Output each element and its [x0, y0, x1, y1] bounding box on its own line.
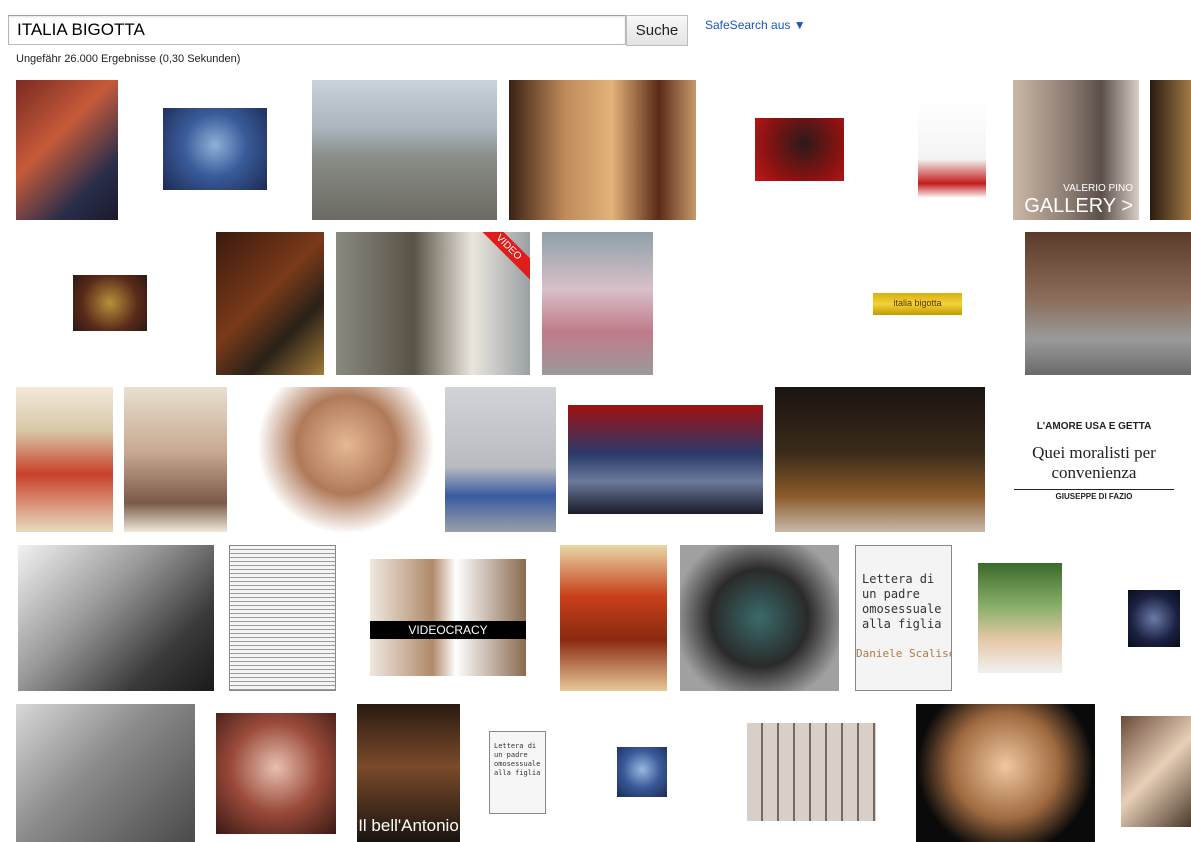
- image-result-face-grid[interactable]: [747, 723, 876, 821]
- image-result-il-bellantonio-poster[interactable]: Il bell'Antonio: [357, 704, 460, 842]
- image-result-divorzio-poster[interactable]: [560, 545, 667, 691]
- image-result-il-bigamo-poster[interactable]: [16, 387, 113, 532]
- thumbnail-caption: L'AMORE USA E GETTA: [1036, 421, 1152, 432]
- thumbnail-caption: GALLERY >: [1024, 195, 1133, 217]
- image-result-vending-machine[interactable]: [542, 232, 653, 375]
- safesearch-dropdown[interactable]: SafeSearch aus ▼: [705, 18, 806, 32]
- image-result-valerio-pino-gallery[interactable]: VALERIO PINO GALLERY >: [1013, 80, 1139, 220]
- image-result-night-building[interactable]: [1128, 590, 1180, 647]
- image-result-video-interview[interactable]: VIDEO: [336, 232, 530, 375]
- image-result-bald-man[interactable]: [978, 563, 1062, 673]
- thumbnail-caption: VIDEOCRACY: [370, 621, 526, 639]
- video-badge: VIDEO: [476, 232, 530, 280]
- image-result-rototom-sunsplash-logo[interactable]: [665, 232, 810, 375]
- search-button[interactable]: Suche: [626, 15, 688, 46]
- image-result-videocracy-poster[interactable]: VIDEOCRACY: [370, 559, 526, 676]
- image-result-woman-smiling[interactable]: [916, 704, 1095, 842]
- image-result-man-bench-bicycle[interactable]: [1025, 232, 1191, 375]
- image-result-tv-stage-tiny[interactable]: [617, 747, 667, 797]
- thumbnail-caption: italia bigotta: [893, 298, 942, 308]
- image-result-woman-pose[interactable]: [680, 545, 839, 691]
- thumbnail-caption: Quei moralisti per convenienza: [1032, 443, 1156, 482]
- search-input[interactable]: [9, 16, 625, 44]
- result-stats: Ungefähr 26.000 Ergebnisse (0,30 Sekunde…: [16, 53, 241, 65]
- image-result-man-on-beach[interactable]: [312, 80, 497, 220]
- image-result-tv-show-stage[interactable]: [163, 108, 267, 190]
- thumbnail-caption: VALERIO PINO: [1063, 183, 1133, 194]
- image-result-italia-bigotta-banner[interactable]: italia bigotta: [873, 293, 962, 315]
- thumbnail-caption: Il bell'Antonio: [358, 816, 459, 835]
- image-result-man-glasses-thumbs-up[interactable]: [16, 80, 118, 220]
- thumbnail-caption: Lettera di un padre omosessuale alla fig…: [862, 572, 942, 631]
- image-result-tv-stage-small[interactable]: [73, 275, 147, 331]
- image-result-woman-cigarette[interactable]: [216, 713, 336, 834]
- image-result-lettera-book-small[interactable]: Lettera di un padre omosessuale alla fig…: [489, 731, 546, 814]
- thumbnail-caption: Daniele Scalise: [856, 647, 952, 660]
- image-result-lettera-book-cover[interactable]: Lettera di un padre omosessuale alla fig…: [855, 545, 952, 691]
- thumbnail-caption: Lettera di un padre omosessuale alla fig…: [494, 742, 541, 777]
- image-result-bw-embrace[interactable]: [18, 545, 214, 691]
- image-result-newspaper-page[interactable]: [229, 545, 336, 691]
- image-result-man-portrait[interactable]: [259, 387, 433, 532]
- search-box[interactable]: [8, 15, 626, 45]
- image-result-tinto-brass-posters[interactable]: [509, 80, 696, 220]
- image-result-stage-ceremony[interactable]: [775, 387, 985, 532]
- image-result-event-flyer[interactable]: [918, 101, 986, 198]
- image-result-parliament-vote[interactable]: [216, 232, 324, 375]
- image-result-edge-crop-1[interactable]: [1150, 80, 1191, 220]
- image-result-edge-crop-2[interactable]: [1121, 716, 1191, 827]
- image-result-moralisti-article[interactable]: L'AMORE USA E GETTA Quei moralisti per co…: [1014, 405, 1174, 505]
- image-result-cleaning-cart[interactable]: [445, 387, 556, 532]
- image-result-man-red-chair[interactable]: [755, 118, 844, 181]
- thumbnail-caption: GIUSEPPE DI FAZIO: [1014, 489, 1174, 501]
- image-result-bw-man-face[interactable]: [16, 704, 195, 842]
- image-result-campaign-poster[interactable]: [124, 387, 227, 532]
- image-result-tv-talk-show[interactable]: [568, 405, 763, 514]
